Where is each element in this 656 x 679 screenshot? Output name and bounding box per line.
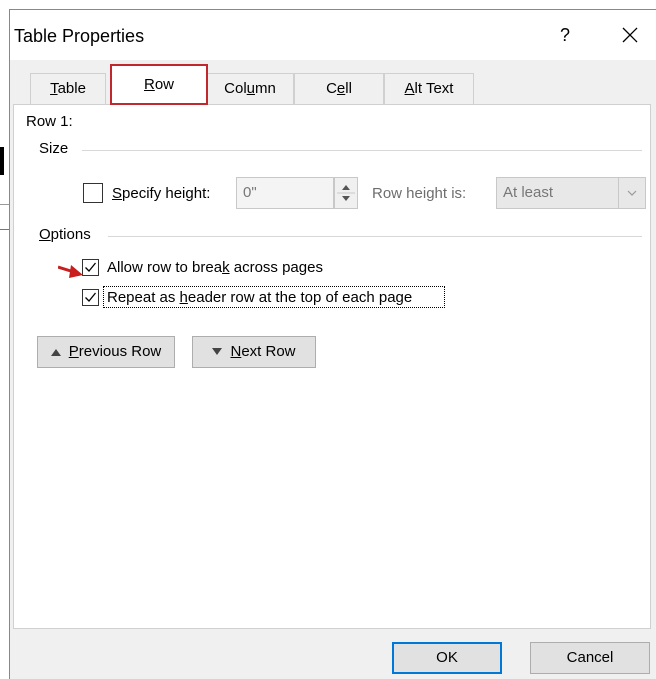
background-line bbox=[0, 229, 9, 230]
repeat-header-checkbox[interactable] bbox=[82, 289, 99, 306]
size-group-divider bbox=[82, 150, 642, 151]
dialog-title: Table Properties bbox=[14, 26, 145, 46]
annotation-arrow-icon bbox=[58, 265, 83, 278]
title-bar: Table Properties ? bbox=[10, 10, 656, 60]
tab-row[interactable]: Row bbox=[110, 64, 208, 105]
allow-break-checkbox[interactable] bbox=[82, 259, 99, 276]
tab-table[interactable]: Table bbox=[30, 73, 106, 104]
options-group-heading: Options bbox=[39, 226, 91, 243]
specify-height-checkbox[interactable] bbox=[83, 183, 103, 203]
ok-button[interactable]: OK bbox=[392, 642, 502, 674]
checkmark-icon bbox=[85, 292, 97, 302]
row-height-is-label: Row height is: bbox=[372, 185, 467, 202]
spinner-arrows-icon bbox=[337, 185, 355, 201]
specify-height-label: Specify height: bbox=[112, 185, 211, 202]
height-value-input[interactable]: 0" bbox=[236, 177, 334, 209]
chevron-down-icon bbox=[618, 178, 645, 208]
row-height-mode-select[interactable]: At least bbox=[496, 177, 646, 209]
background-cursor-mark bbox=[0, 147, 4, 175]
background-line bbox=[0, 204, 9, 205]
checkmark-icon bbox=[85, 262, 97, 272]
tab-column[interactable]: Column bbox=[206, 73, 294, 104]
row-number-label: Row 1: bbox=[26, 113, 73, 130]
triangle-up-icon bbox=[50, 349, 61, 357]
options-group-divider bbox=[108, 236, 642, 237]
close-button[interactable] bbox=[615, 20, 645, 50]
tab-alt-text[interactable]: Alt Text bbox=[384, 73, 474, 104]
triangle-down-icon bbox=[212, 348, 223, 356]
next-row-button[interactable]: Next Row bbox=[192, 336, 316, 368]
table-properties-dialog: Table Properties ? Table Row Column Cell… bbox=[9, 9, 656, 679]
repeat-header-label: Repeat as header row at the top of each … bbox=[107, 289, 413, 306]
tab-cell[interactable]: Cell bbox=[294, 73, 384, 104]
height-spinner[interactable] bbox=[334, 177, 358, 209]
previous-row-button[interactable]: Previous Row bbox=[37, 336, 175, 368]
tab-strip: Table Row Column Cell Alt Text bbox=[10, 60, 656, 105]
help-button[interactable]: ? bbox=[550, 20, 580, 50]
row-tab-panel: Row 1: Size Specify height: 0" Row heigh… bbox=[13, 104, 651, 629]
cancel-button[interactable]: Cancel bbox=[530, 642, 650, 674]
allow-break-label: Allow row to break across pages bbox=[107, 259, 323, 276]
size-group-heading: Size bbox=[39, 140, 69, 157]
close-icon bbox=[622, 27, 638, 43]
row-height-mode-value: At least bbox=[503, 184, 554, 201]
